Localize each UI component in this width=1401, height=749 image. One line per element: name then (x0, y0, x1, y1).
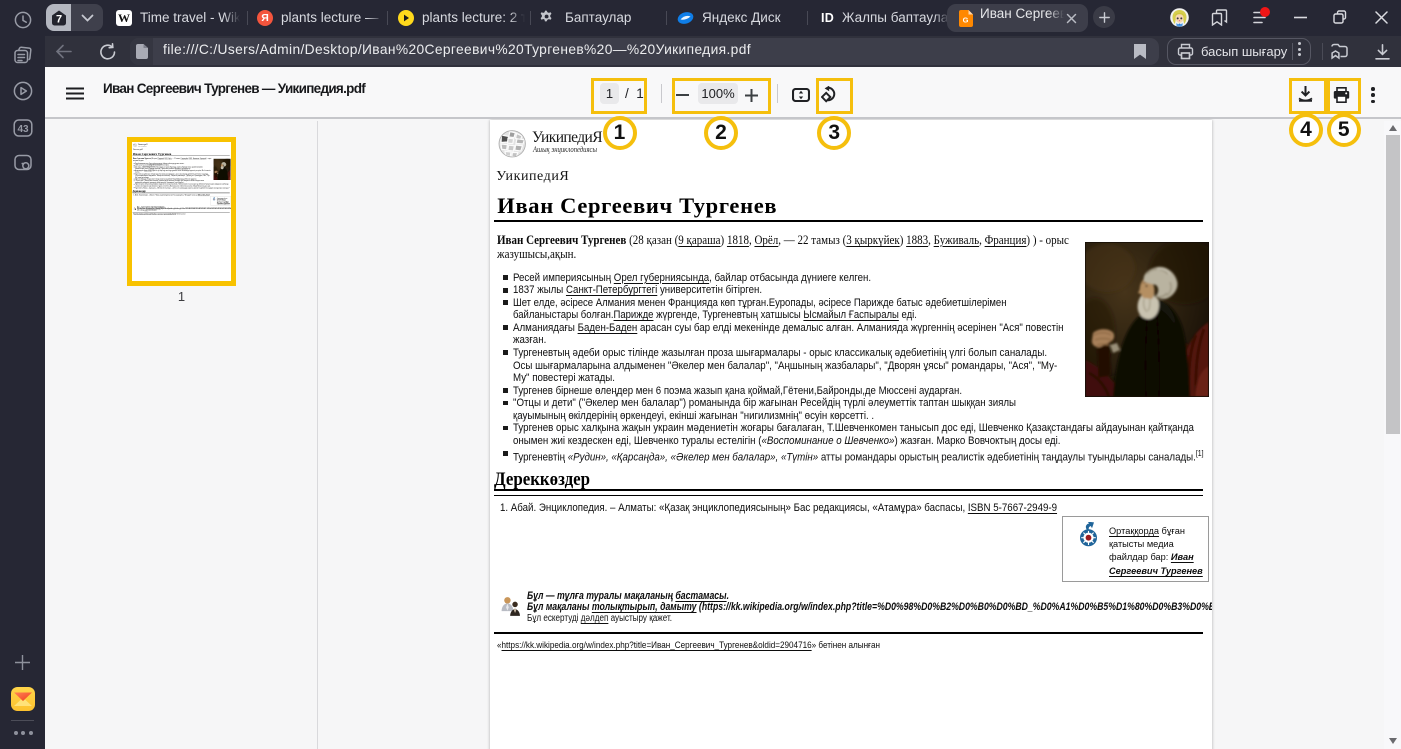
svg-text:G: G (963, 16, 969, 25)
svg-text:7: 7 (56, 13, 62, 25)
svg-text:43: 43 (17, 124, 29, 135)
